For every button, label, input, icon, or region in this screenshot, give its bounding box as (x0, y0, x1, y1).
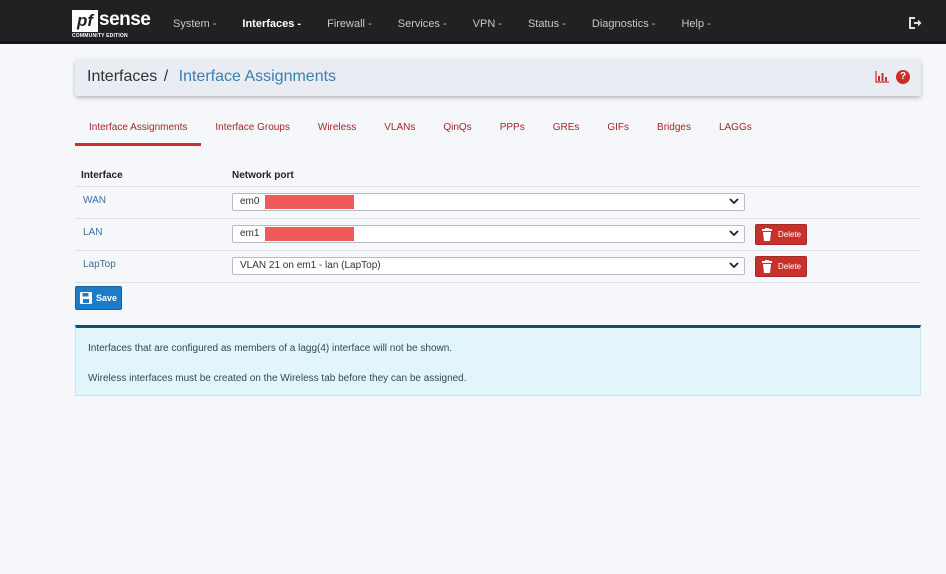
nav-diagnostics[interactable]: Diagnostics - (579, 0, 669, 44)
nav-interfaces[interactable]: Interfaces - (229, 0, 314, 44)
bar-chart-icon[interactable] (875, 71, 889, 83)
interface-link-wan[interactable]: WAN (83, 195, 106, 206)
tab-vlans[interactable]: VLANs (370, 116, 429, 146)
delete-label: Delete (778, 262, 802, 271)
logo-sense: sense (99, 9, 151, 30)
interface-link-laptop[interactable]: LapTop (83, 259, 116, 270)
save-label: Save (96, 293, 118, 303)
delete-button-laptop[interactable]: Delete (755, 256, 807, 277)
network-port-select-wan[interactable]: em0 (232, 193, 745, 211)
interface-link-lan[interactable]: LAN (83, 227, 102, 238)
tab-bar: Interface Assignments Interface Groups W… (75, 116, 921, 146)
nav-services[interactable]: Services - (385, 0, 460, 44)
main-menu: System - Interfaces - Firewall - Service… (160, 0, 724, 44)
logout-icon[interactable] (908, 16, 922, 30)
nav-status[interactable]: Status - (515, 0, 579, 44)
redaction-bar (265, 227, 354, 241)
tab-interface-assignments[interactable]: Interface Assignments (75, 116, 202, 146)
breadcrumb-panel: Interfaces / Interface Assignments ? (75, 59, 921, 96)
top-navbar: pf sense COMMUNITY EDITION System - Inte… (0, 0, 946, 44)
header-network-port: Network port (232, 170, 294, 181)
table-row: LapTop VLAN 21 on em1 - lan (LapTop) Del… (75, 251, 921, 283)
tab-bridges[interactable]: Bridges (643, 116, 705, 146)
logo-pf: pf (72, 10, 98, 32)
table-header: Interface Network port (75, 165, 921, 187)
tab-gifs[interactable]: GIFs (593, 116, 643, 146)
info-text-wireless: Wireless interfaces must be created on t… (88, 373, 467, 384)
breadcrumb: Interfaces / Interface Assignments (87, 68, 336, 86)
tab-ppps[interactable]: PPPs (486, 116, 539, 146)
tab-qinqs[interactable]: QinQs (429, 116, 485, 146)
delete-button-lan[interactable]: Delete (755, 224, 807, 245)
network-port-select-lan[interactable]: em1 (232, 225, 745, 243)
table-row: LAN em1 Delete (75, 219, 921, 251)
info-alert: Interfaces that are configured as member… (75, 325, 921, 396)
breadcrumb-separator: / (163, 68, 169, 85)
pfsense-logo[interactable]: pf sense COMMUNITY EDITION (72, 9, 151, 40)
chevron-down-icon (729, 230, 739, 237)
save-button[interactable]: Save (75, 286, 122, 310)
breadcrumb-parent[interactable]: Interfaces (87, 68, 157, 85)
delete-label: Delete (778, 230, 802, 239)
chevron-down-icon (729, 198, 739, 205)
redaction-bar (265, 195, 354, 209)
tab-wireless[interactable]: Wireless (304, 116, 370, 146)
network-port-select-laptop[interactable]: VLAN 21 on em1 - lan (LapTop) (232, 257, 745, 275)
nav-help[interactable]: Help - (668, 0, 723, 44)
select-value: em1 (240, 228, 260, 239)
breadcrumb-icons: ? (875, 70, 910, 84)
floppy-disk-icon (80, 292, 92, 304)
chevron-down-icon (729, 262, 739, 269)
select-value: VLAN 21 on em1 - lan (LapTop) (240, 260, 381, 271)
assignments-table: Interface Network port WAN em0 LAN em1 D… (75, 165, 921, 283)
nav-firewall[interactable]: Firewall - (314, 0, 385, 44)
logo-edition: COMMUNITY EDITION (72, 33, 128, 39)
table-row: WAN em0 (75, 187, 921, 219)
trash-icon (762, 260, 772, 273)
nav-system[interactable]: System - (160, 0, 229, 44)
header-interface: Interface (81, 170, 123, 181)
page-title[interactable]: Interface Assignments (179, 68, 336, 85)
info-text-lagg: Interfaces that are configured as member… (88, 343, 453, 354)
tab-laggs[interactable]: LAGGs (705, 116, 766, 146)
trash-icon (762, 228, 772, 241)
select-value: em0 (240, 196, 260, 207)
tab-interface-groups[interactable]: Interface Groups (201, 116, 303, 146)
tab-gres[interactable]: GREs (539, 116, 594, 146)
help-icon[interactable]: ? (896, 70, 910, 84)
nav-vpn[interactable]: VPN - (460, 0, 515, 44)
